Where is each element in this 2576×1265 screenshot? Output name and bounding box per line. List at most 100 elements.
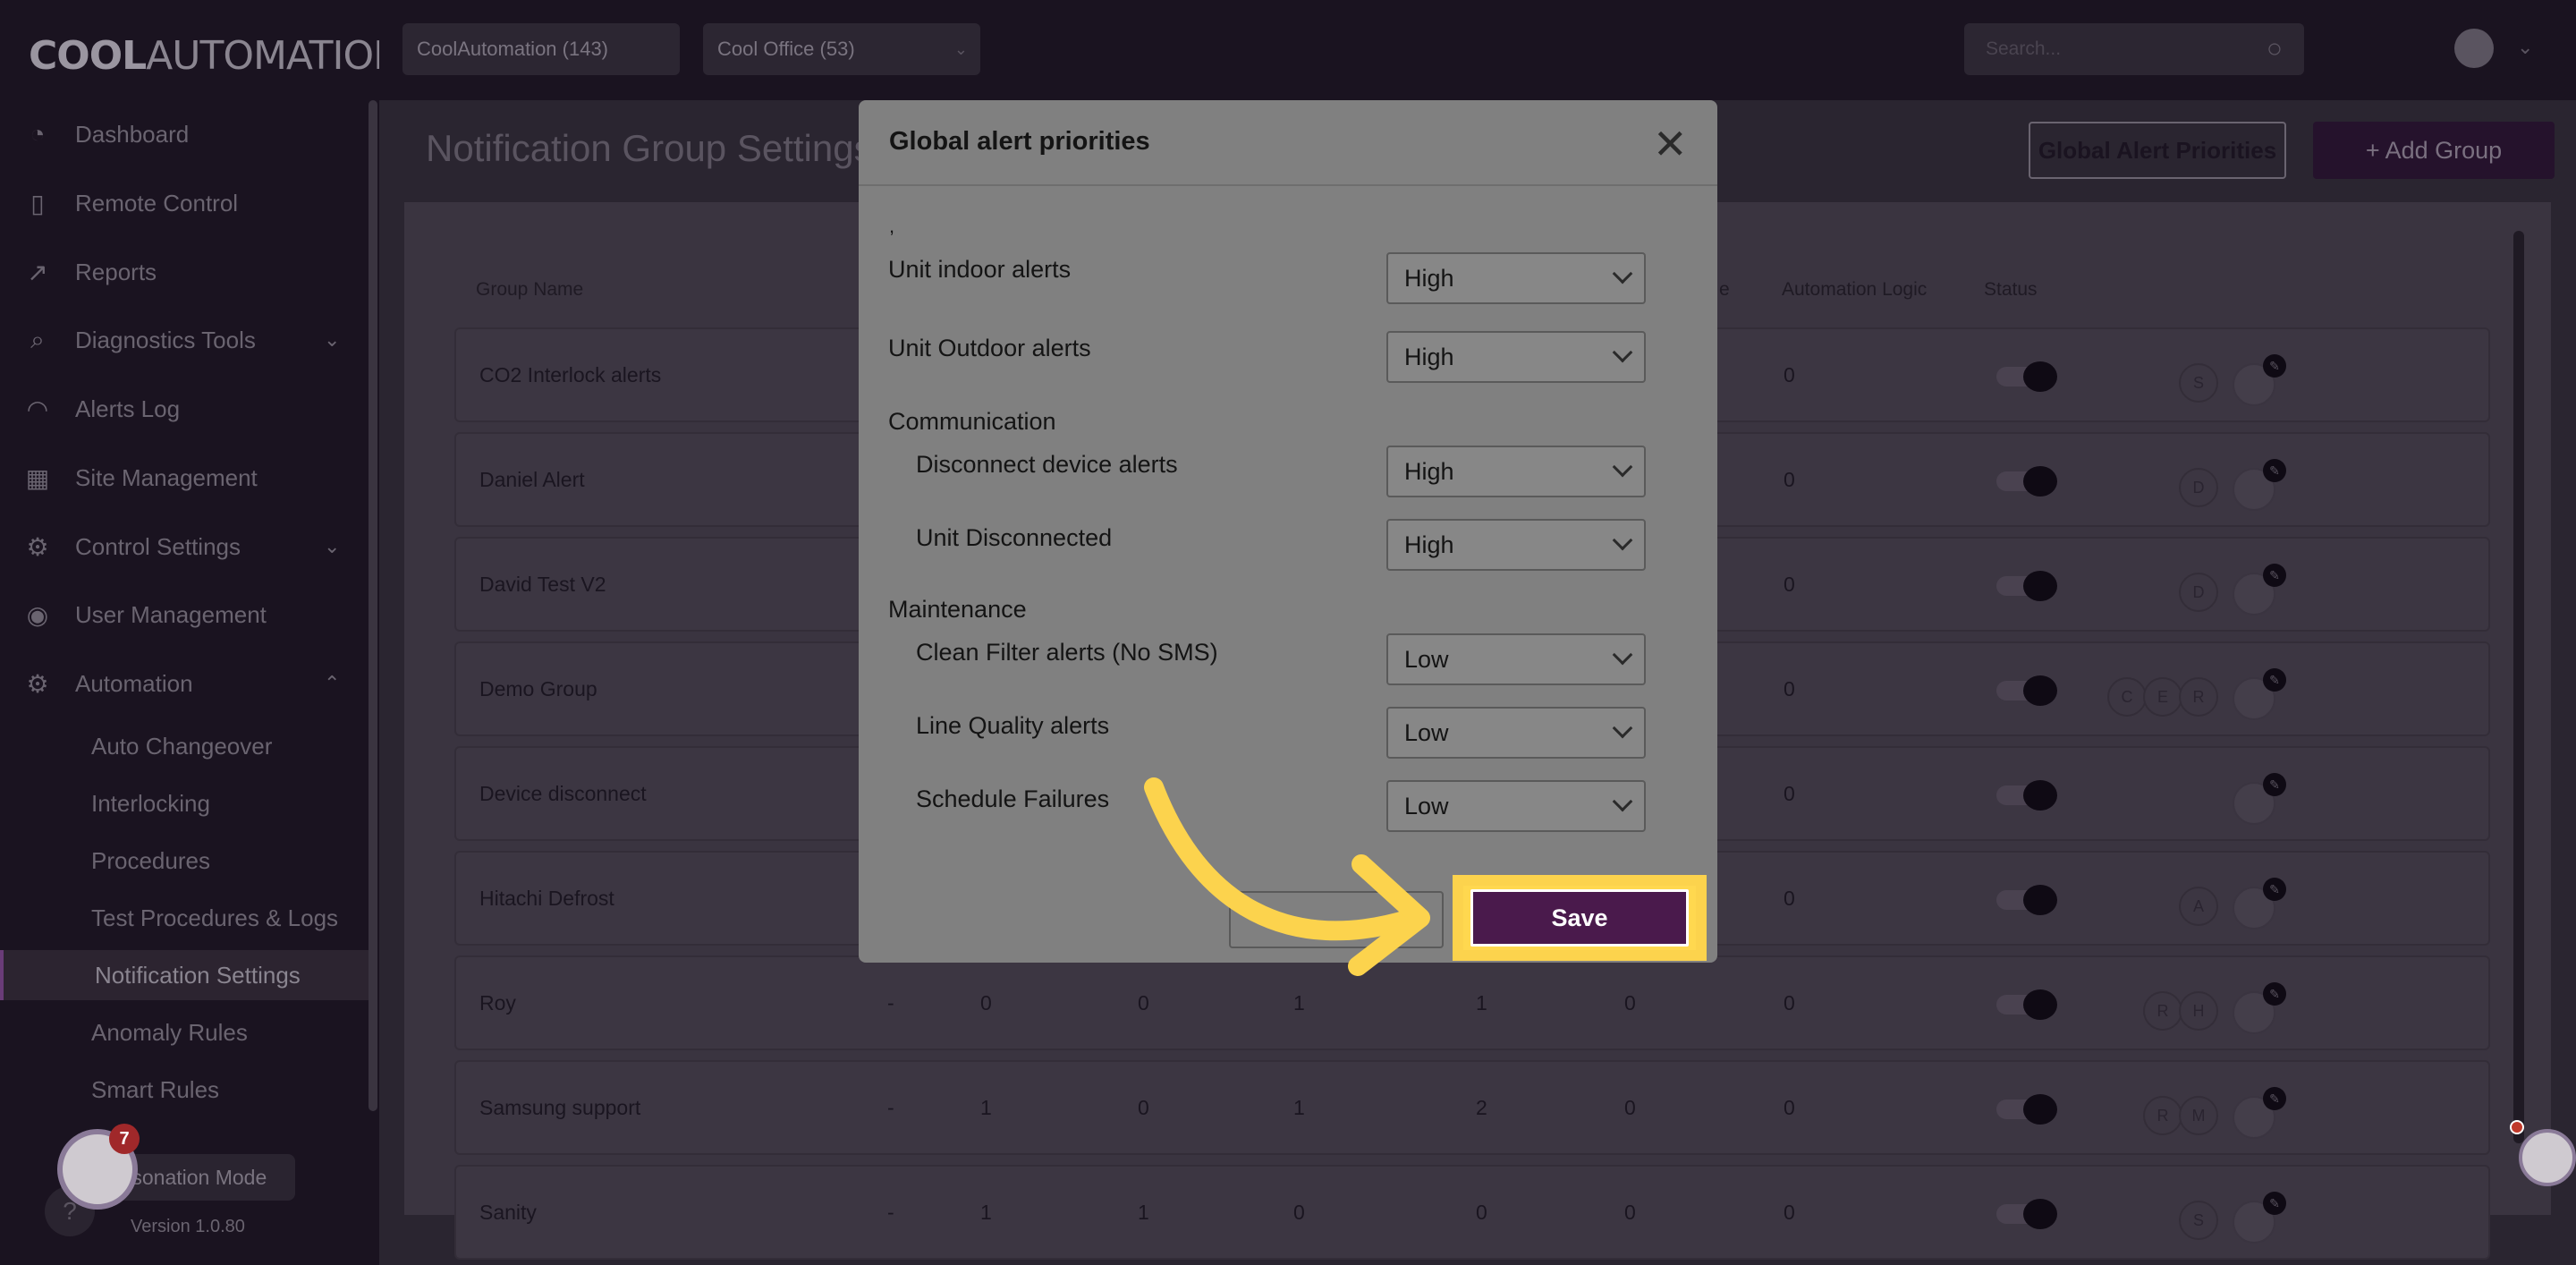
customer-select[interactable]: CoolAutomation (143) [402,23,680,75]
main-scrollbar[interactable] [2513,231,2524,1143]
page-title: Notification Group Settings [426,127,873,169]
save-button[interactable]: Save [1470,889,1689,947]
close-icon[interactable]: ✕ [1653,120,1688,168]
edit-icon[interactable]: ✎ [2263,878,2286,901]
chevron-down-icon[interactable]: ⌄ [2517,36,2533,59]
group-name: Samsung support [479,1095,641,1119]
row-cell: 0 [1784,990,1795,1015]
edit-icon[interactable]: ✎ [2263,668,2286,692]
row-cell: 0 [1784,676,1795,700]
edit-icon[interactable]: ✎ [2263,564,2286,587]
edit-icon[interactable]: ✎ [2263,354,2286,378]
status-toggle[interactable] [1996,1094,2061,1125]
group-name: CO2 Interlock alerts [479,362,662,386]
modal-header: Global alert priorities ✕ [859,100,1717,186]
edit-icon[interactable]: ✎ [2263,982,2286,1006]
disconnect-device-alerts-select[interactable]: High [1386,446,1646,497]
site-select[interactable]: Cool Office (53) ⌄ [703,23,980,75]
toggle-knob [2023,780,2057,811]
search-input[interactable]: Search... ○ [1964,23,2304,75]
column-header-group-name: Group Name [476,279,584,300]
status-toggle[interactable] [1996,361,2061,392]
sidebar-scrollbar[interactable] [369,100,377,1111]
table-row[interactable]: Sanity - 1 1 0 0 0 0 S ✎ [454,1165,2490,1260]
chat-widget-avatar-right[interactable] [2519,1129,2576,1186]
recipient-chip: M [2179,1096,2218,1135]
row-cell: 0 [1784,362,1795,386]
row-cell: 0 [1784,1200,1795,1224]
diagnostics-icon: ⌕ [30,325,45,353]
toggle-knob [2023,989,2057,1020]
sidebar-item-diagnostics-tools[interactable]: ⌕ Diagnostics Tools ⌄ [0,315,369,365]
recipient-chip: H [2179,991,2218,1031]
unit-outdoor-alerts-label: Unit Outdoor alerts [888,335,1091,361]
status-toggle[interactable] [1996,571,2061,601]
user-avatar-icon[interactable] [2454,29,2494,68]
group-name: Sanity [479,1200,537,1224]
edit-icon[interactable]: ✎ [2263,1192,2286,1215]
sidebar-item-automation[interactable]: ⚙ Automation ⌃ [0,658,369,709]
disconnect-device-alerts-label: Disconnect device alerts [916,451,1178,478]
sidebar-subitem-auto-changeover[interactable]: Auto Changeover [0,721,369,771]
toggle-knob [2023,361,2057,392]
sidebar-item-dashboard[interactable]: ◔ Dashboard [0,109,369,159]
modal-title: Global alert priorities [889,127,1150,156]
sidebar-item-alerts-log[interactable]: ◠ Alerts Log [0,384,369,434]
sidebar-subitem-smart-rules[interactable]: Smart Rules [0,1065,369,1115]
recipient-chip: D [2179,468,2218,507]
sidebar-item-site-management[interactable]: ▦ Site Management [0,453,369,503]
sidebar-subitem-anomaly-rules[interactable]: Anomaly Rules [0,1007,369,1057]
cancel-button[interactable] [1229,891,1444,948]
line-quality-alerts-select[interactable]: Low [1386,707,1646,759]
sidebar-subitem-test-procedures[interactable]: Test Procedures & Logs [0,893,369,943]
sidebar-subitem-procedures[interactable]: Procedures [0,836,369,886]
status-toggle[interactable] [1996,466,2061,497]
edit-icon[interactable]: ✎ [2263,459,2286,482]
sidebar-subitem-interlocking[interactable]: Interlocking [0,778,369,828]
global-alert-priorities-button[interactable]: Global Alert Priorities [2029,122,2286,179]
chevron-down-icon: ⌄ [953,39,968,58]
row-cell: 0 [1293,1200,1305,1224]
brand-logo[interactable]: COOLAUTOMATION [16,20,402,91]
clean-filter-alerts-select[interactable]: Low [1386,633,1646,685]
notification-count-badge: 7 [109,1124,140,1154]
recipient-chip: R [2179,677,2218,717]
edit-icon[interactable]: ✎ [2263,1087,2286,1110]
add-group-button[interactable]: + Add Group [2313,122,2555,179]
group-name: Roy [479,990,516,1015]
status-toggle[interactable] [1996,885,2061,915]
sidebar-item-remote-control[interactable]: ▯ Remote Control [0,178,369,228]
unit-outdoor-alerts-select[interactable]: High [1386,331,1646,383]
toggle-knob [2023,1199,2057,1229]
table-row[interactable]: Roy - 0 0 1 1 0 0 R H ✎ [454,955,2490,1050]
toggle-knob [2023,675,2057,706]
search-icon: ○ [2266,34,2283,64]
status-toggle[interactable] [1996,675,2061,706]
toggle-knob [2023,885,2057,915]
modal-stray-text: , [889,215,895,237]
unit-disconnected-select[interactable]: High [1386,519,1646,571]
table-row[interactable]: Samsung support - 1 0 1 2 0 0 R M ✎ [454,1060,2490,1155]
recipient-chip: E [2143,677,2182,717]
line-quality-alerts-label: Line Quality alerts [916,712,1110,739]
unit-indoor-alerts-select[interactable]: High [1386,252,1646,304]
sidebar-item-reports[interactable]: ↗ Reports [0,247,369,297]
recipient-chip: S [2179,363,2218,403]
chevron-down-icon [1612,530,1633,551]
row-cell: 0 [1138,1095,1149,1119]
sidebar-item-control-settings[interactable]: ⚙ Control Settings ⌄ [0,522,369,572]
status-toggle[interactable] [1996,1199,2061,1229]
status-toggle[interactable] [1996,989,2061,1020]
row-cell: - [887,1095,894,1119]
chevron-down-icon [1612,644,1633,666]
edit-icon[interactable]: ✎ [2263,773,2286,796]
schedule-failures-select[interactable]: Low [1386,780,1646,832]
status-toggle[interactable] [1996,780,2061,811]
top-bar: CoolAutomation (143) Cool Office (53) ⌄ … [379,0,2576,100]
status-dot-icon [2510,1120,2524,1134]
sidebar-subitem-notification-settings[interactable]: Notification Settings [0,950,369,1000]
building-icon: ▦ [25,463,50,492]
sidebar-item-user-management[interactable]: ◉ User Management [0,590,369,640]
group-name: Daniel Alert [479,467,585,491]
toggle-knob [2023,1094,2057,1125]
